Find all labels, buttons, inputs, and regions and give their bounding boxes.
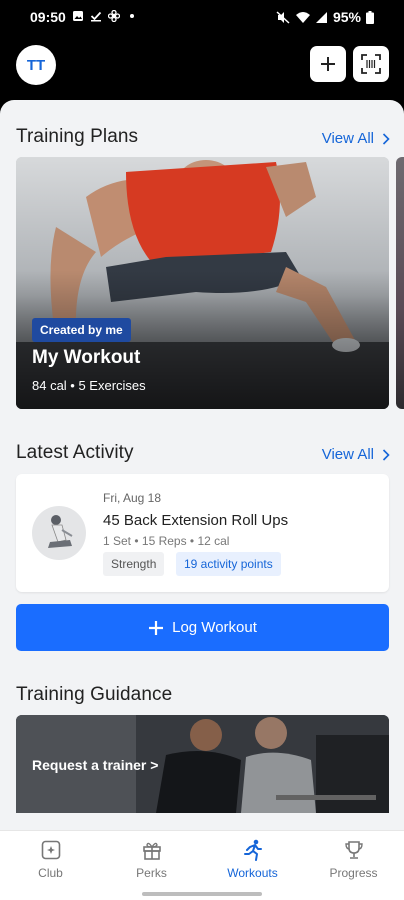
chevron-right-icon xyxy=(382,132,390,145)
status-bar: 09:50 95% xyxy=(0,0,404,34)
scan-icon xyxy=(361,54,381,74)
activity-name: 45 Back Extension Roll Ups xyxy=(103,512,289,529)
nav-progress-label: Progress xyxy=(329,866,378,880)
wifi-icon xyxy=(295,11,310,23)
trophy-icon xyxy=(344,841,363,859)
training-plans-title: Training Plans xyxy=(16,126,139,147)
add-button[interactable] xyxy=(310,46,346,82)
status-right: 95% xyxy=(276,9,374,25)
task-check-icon xyxy=(90,11,102,22)
exercise-figure-icon xyxy=(48,515,73,548)
log-workout-label: Log Workout xyxy=(172,619,257,636)
latest-activity-view-all[interactable]: View All xyxy=(322,446,390,463)
log-workout-button[interactable]: Log Workout xyxy=(16,604,389,651)
status-time: 09:50 xyxy=(30,9,66,25)
content-sheet: Training Plans View All Created by me My… xyxy=(0,100,404,900)
dot-icon xyxy=(130,14,134,18)
bottom-navigation: Club Perks Workouts Progress xyxy=(0,830,404,900)
notification-icons xyxy=(72,10,138,22)
battery-percent: 95% xyxy=(332,9,361,25)
gift-icon xyxy=(142,842,161,860)
chevron-right-icon xyxy=(382,448,390,461)
nav-club[interactable]: Club xyxy=(0,839,101,880)
activity-meta: 1 Set • 15 Reps • 12 cal xyxy=(103,534,230,548)
nav-workouts[interactable]: Workouts xyxy=(202,839,303,880)
training-guidance-title: Training Guidance xyxy=(16,684,173,705)
nav-progress[interactable]: Progress xyxy=(303,839,404,880)
workout-photo xyxy=(16,157,389,409)
activity-date: Fri, Aug 18 xyxy=(103,491,162,505)
plus-icon xyxy=(149,620,164,635)
plus-icon xyxy=(321,57,335,71)
view-all-label: View All xyxy=(321,446,374,463)
nav-workouts-label: Workouts xyxy=(227,866,278,880)
home-indicator[interactable] xyxy=(142,892,262,896)
exercise-thumbnail xyxy=(32,506,86,560)
fan-icon xyxy=(108,10,120,22)
mute-icon xyxy=(276,10,290,24)
request-trainer-link: Request a trainer > xyxy=(32,757,159,773)
runner-icon xyxy=(243,839,262,861)
plan-meta: 84 cal • 5 Exercises xyxy=(32,378,146,393)
nav-perks-label: Perks xyxy=(136,866,167,880)
created-by-me-badge: Created by me xyxy=(32,318,131,342)
view-all-label: View All xyxy=(321,130,374,147)
top-header: TT xyxy=(0,34,404,100)
training-plans-view-all[interactable]: View All xyxy=(322,130,390,147)
training-plan-card[interactable]: Created by me My Workout 84 cal • 5 Exer… xyxy=(16,157,389,409)
activity-card[interactable]: Fri, Aug 18 45 Back Extension Roll Ups 1… xyxy=(16,474,389,592)
club-icon xyxy=(41,840,60,860)
gallery-icon xyxy=(73,11,83,21)
request-trainer-card[interactable]: Request a trainer > xyxy=(16,715,389,813)
signal-icon xyxy=(315,11,327,23)
nav-club-label: Club xyxy=(38,866,63,880)
battery-icon xyxy=(366,10,374,24)
avatar[interactable]: TT xyxy=(16,45,56,85)
latest-activity-title: Latest Activity xyxy=(16,442,134,463)
strength-tag: Strength xyxy=(103,552,165,576)
scan-button[interactable] xyxy=(353,46,389,82)
plan-name: My Workout xyxy=(32,347,141,368)
next-plan-card-peek[interactable] xyxy=(396,157,404,409)
nav-perks[interactable]: Perks xyxy=(101,839,202,880)
activity-points-tag: 19 activity points xyxy=(176,552,281,576)
